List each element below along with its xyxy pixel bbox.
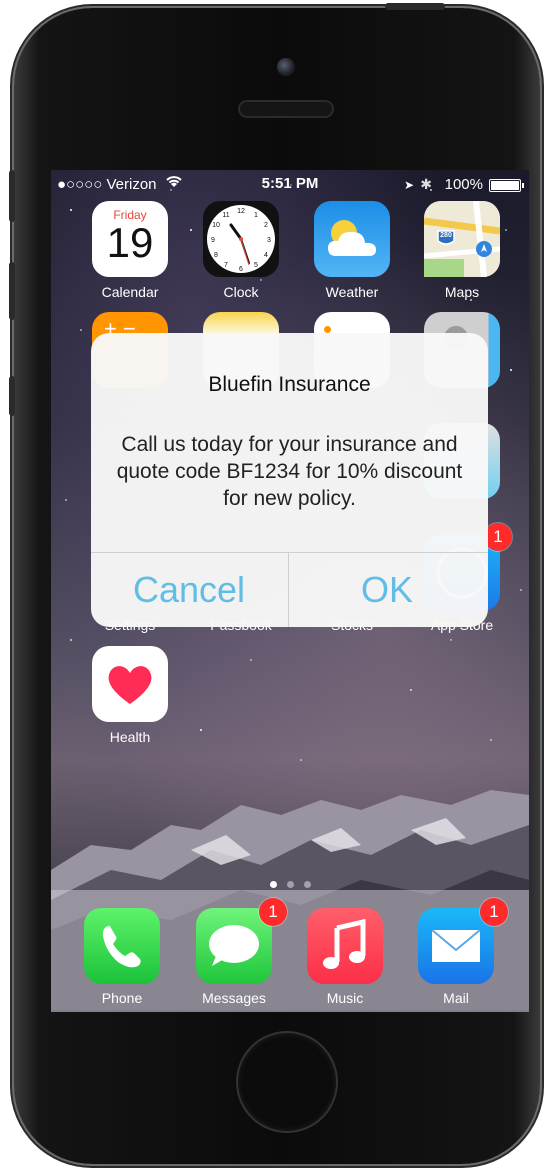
music-note-icon — [323, 918, 366, 969]
battery-percent: 100% — [444, 176, 483, 193]
svg-text:5: 5 — [254, 262, 258, 269]
maps-icon — [423, 200, 501, 278]
svg-text:12: 12 — [237, 208, 245, 215]
page-dot — [303, 881, 311, 888]
svg-text:7: 7 — [224, 262, 228, 269]
calendar-label: Calendar — [101, 284, 159, 300]
weather-app[interactable] — [314, 201, 390, 277]
volume-up-button — [9, 262, 15, 320]
earpiece-speaker — [238, 100, 334, 118]
alert-message: Call us today for your insurance and quo… — [116, 433, 463, 510]
music-app[interactable] — [307, 908, 383, 984]
maps-app[interactable]: 280 — [423, 200, 501, 278]
battery-icon — [489, 179, 524, 192]
maps-shield-text: 280 — [440, 232, 452, 239]
svg-text:3: 3 — [267, 237, 271, 244]
svg-text:4: 4 — [264, 252, 268, 259]
front-camera — [277, 58, 295, 76]
heart-icon — [108, 666, 152, 704]
clock-label: Clock — [223, 284, 259, 300]
svg-text:8: 8 — [214, 252, 218, 259]
page-dot — [286, 881, 294, 888]
weather-cloud-icon — [328, 220, 376, 256]
clock-face-icon: 12 12 3 45 6 7 8 9 1011 — [207, 205, 275, 273]
silent-switch — [9, 170, 15, 222]
weather-label: Weather — [325, 284, 379, 300]
location-icon: ➤ — [403, 178, 414, 192]
mail-badge: 1 — [480, 898, 508, 926]
status-bar: ●○○○○ Verizon 5:51 PM ➤ ✱ 100% — [51, 170, 529, 198]
messages-badge: 1 — [259, 898, 287, 926]
svg-text:1: 1 — [254, 212, 258, 219]
health-app[interactable] — [92, 646, 168, 722]
ok-button[interactable]: OK — [289, 553, 485, 627]
svg-text:9: 9 — [211, 237, 215, 244]
volume-down-button — [9, 376, 15, 416]
page-dot — [269, 881, 277, 888]
mail-label: Mail — [443, 990, 469, 1006]
calendar-date: 19 — [106, 219, 154, 266]
phone-handset-icon — [102, 925, 141, 968]
sleep-button — [385, 3, 445, 10]
bluetooth-icon: ✱ — [420, 176, 432, 192]
svg-text:10: 10 — [212, 222, 220, 229]
alert-dialog: Bluefin Insurance Call us today for your… — [91, 333, 488, 627]
svg-text:2: 2 — [264, 222, 268, 229]
messages-label: Messages — [202, 990, 266, 1006]
svg-text:6: 6 — [239, 266, 243, 273]
reminders-dot-icon — [324, 326, 331, 333]
clock-app[interactable]: 12 1 2 3 45 6 7 8 9 10 11 — [203, 201, 279, 277]
alert-title: Bluefin Insurance — [208, 373, 371, 396]
phone-label: Phone — [101, 990, 143, 1006]
health-label: Health — [109, 729, 151, 745]
svg-text:11: 11 — [222, 212, 229, 219]
calendar-app[interactable]: Friday 19 — [92, 201, 168, 277]
app-store-badge: 1 — [484, 523, 512, 551]
phone-app[interactable] — [84, 908, 160, 984]
dock: Phone 1 Messages Music 1 Mail — [51, 890, 529, 1012]
music-label: Music — [326, 990, 364, 1006]
cancel-button[interactable]: Cancel — [91, 553, 287, 627]
home-button[interactable] — [238, 1033, 336, 1131]
maps-label: Maps — [444, 284, 480, 300]
